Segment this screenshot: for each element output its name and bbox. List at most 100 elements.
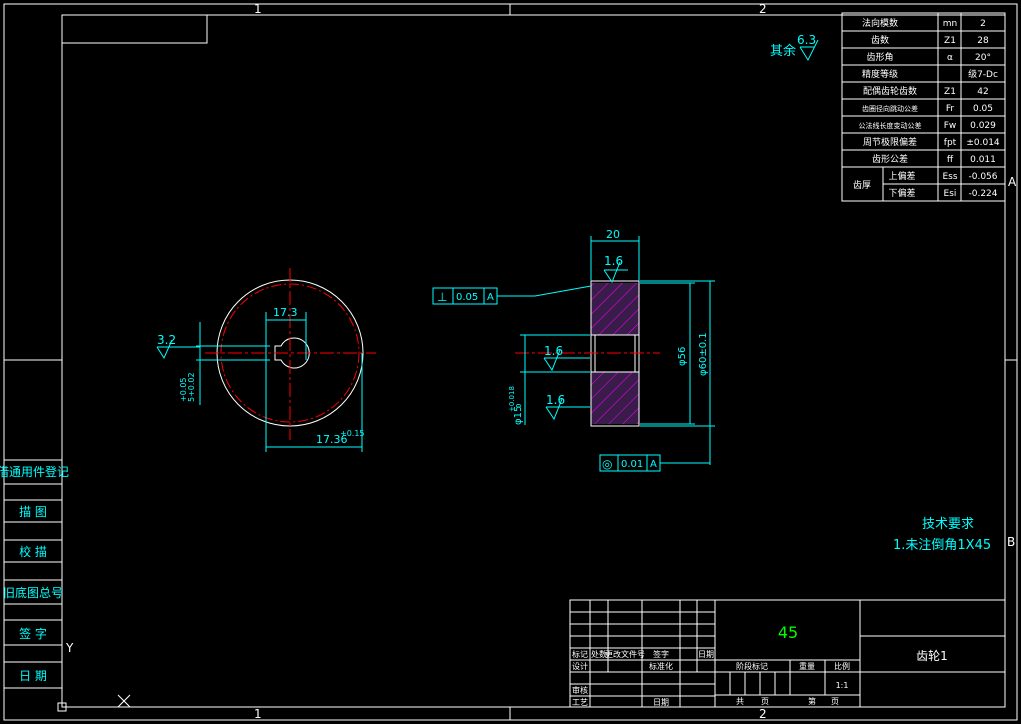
zone-right-a: A (1008, 175, 1017, 189)
tb-sheets-unit: 页 (761, 697, 769, 706)
param-sym-mating-teeth: Z1 (944, 87, 956, 97)
tb-standardize: 标准化 (649, 661, 673, 671)
tb-review: 审核 (572, 685, 588, 695)
gear-parameter-table: 法向模数 mn 2 齿数 Z1 28 齿形角 α 20° 精度等级 级7-Dc … (841, 12, 1006, 202)
param-val-teeth: 28 (977, 36, 989, 46)
part-name: 齿轮1 (916, 649, 948, 663)
roughness-other-label: 其余 (770, 43, 796, 59)
param-sym-lower-dev: Esi (944, 189, 957, 199)
section-lower-hatch (591, 372, 639, 424)
param-name-pressure-angle: 齿形角 (866, 51, 893, 63)
tb-sheet-no: 第 (808, 696, 816, 706)
param-name-accuracy: 精度等级 (862, 68, 898, 80)
tb-sheet-unit: 页 (831, 697, 839, 706)
param-name-teeth: 齿数 (871, 34, 889, 46)
drawing-sheet: 1 2 1 2 A B 借通用件登记 描 图 校 描 旧底图总号 签 字 日 期… (0, 0, 1021, 724)
concentricity-symbol: ◎ (602, 457, 612, 471)
param-name-profile-tol: 齿形公差 (872, 153, 908, 165)
perpendicularity-symbol: ⊥ (437, 290, 447, 304)
perpendicularity-datum: A (487, 292, 494, 303)
param-name-pitch-dev: 周节极限偏差 (863, 136, 917, 148)
param-val-pitch-dev: ±0.014 (966, 138, 1000, 148)
ucs-icon (57, 655, 131, 712)
tb-scale: 1:1 (836, 681, 849, 690)
param-name-base-tangent: 公法线长度变动公差 (859, 121, 922, 130)
param-sym-runout: Fr (946, 104, 955, 114)
side-label-check: 校 描 (19, 544, 47, 559)
param-sym-base-tangent: Fw (944, 121, 957, 131)
param-val-runout: 0.05 (973, 104, 993, 114)
param-sym-teeth: Z1 (944, 36, 956, 46)
key-width-tol-lower: 5+0.02 (187, 372, 196, 402)
tb-date: 日期 (698, 650, 714, 659)
param-name-upper-dev: 上偏差 (888, 170, 915, 182)
zone-right-b: B (1007, 535, 1015, 549)
side-label-sign: 签 字 (19, 626, 47, 641)
hub-dia-dim: φ56 (677, 347, 688, 366)
zone-bottom-2: 2 (759, 707, 767, 721)
tech-req-title: 技术要求 (922, 517, 974, 532)
roughness-other-value: 6.3 (797, 33, 816, 47)
tb-weight: 重量 (799, 661, 815, 671)
roughness-keyway: 3.2 (157, 333, 176, 347)
tb-stage-mark: 阶段标记 (736, 661, 768, 671)
thickness-dim: 20 (606, 228, 620, 241)
tb-design: 设计 (572, 661, 588, 671)
keyway-depth-tol: +0.15 (340, 429, 365, 438)
tb-process: 工艺 (572, 698, 588, 707)
tb-mark: 标记 (572, 649, 588, 659)
concentricity-datum: A (650, 459, 657, 470)
section-view: 20 φ56 φ60±0.1 φ15 +0.018 0 1.6 1.6 1.6 … (432, 228, 715, 472)
side-label-trace: 描 图 (19, 505, 47, 519)
side-label-old-no: 旧底图总号 (3, 585, 63, 600)
param-val-pressure-angle: 20° (975, 53, 991, 63)
roughness-face-bottom: 1.6 (546, 393, 565, 407)
front-view: 17.3 17.36 +0.15 3.2 +0.05 5+0.02 (156, 268, 376, 452)
section-upper-hatch (591, 283, 639, 335)
tb-ratio: 比例 (834, 661, 850, 671)
side-stamp-labels: 借通用件登记 描 图 校 描 旧底图总号 签 字 日 期 (0, 464, 69, 683)
cad-drawing: 1 2 1 2 A B 借通用件登记 描 图 校 描 旧底图总号 签 字 日 期… (0, 2, 1018, 721)
param-sym-profile-tol: ff (947, 155, 954, 165)
tech-req-item-1: 1.未注倒角1X45 (893, 538, 991, 553)
tb-sign: 签字 (653, 649, 669, 659)
outer-dia-dim: φ60±0.1 (698, 332, 709, 376)
concentricity-frame: ◎ 0.01 A (599, 454, 661, 472)
zone-top-2: 2 (759, 2, 767, 16)
param-name-runout: 齿圈径向跳动公差 (862, 104, 918, 113)
param-name-thickness: 齿厚 (853, 180, 871, 191)
param-sym-pressure-angle: α (947, 53, 953, 63)
side-label-date: 日 期 (19, 669, 47, 683)
roughness-face-top: 1.6 (604, 254, 623, 268)
zone-bottom-1: 1 (254, 707, 262, 721)
param-val-upper-dev: -0.056 (968, 172, 997, 182)
zone-top-1: 1 (254, 2, 262, 16)
param-sym-module: mn (943, 19, 957, 29)
perpendicularity-value: 0.05 (456, 292, 478, 303)
param-val-profile-tol: 0.011 (970, 155, 996, 165)
concentricity-value: 0.01 (621, 459, 643, 470)
param-name-lower-dev: 下偏差 (888, 187, 915, 199)
tb-change-doc: 更改文件号 (605, 649, 645, 659)
param-val-accuracy: 级7-Dc (968, 68, 998, 80)
side-label-register: 借通用件登记 (0, 464, 69, 479)
roughness-other: 其余 6.3 (770, 33, 819, 62)
keyway-width-dim: 17.3 (273, 306, 298, 319)
tb-total-sheets: 共 (736, 697, 744, 706)
param-name-module: 法向模数 (862, 17, 898, 29)
material: 45 (778, 623, 798, 642)
param-val-base-tangent: 0.029 (970, 121, 996, 131)
tb-process-date: 日期 (653, 698, 669, 707)
perpendicularity-frame: ⊥ 0.05 A (432, 287, 498, 305)
param-val-mating-teeth: 42 (977, 87, 988, 97)
param-val-module: 2 (980, 19, 986, 29)
param-sym-upper-dev: Ess (942, 172, 957, 182)
bore-tol-lower: 0 (515, 404, 523, 408)
ucs-y-label: Y (65, 641, 74, 655)
roughness-bore: 1.6 (544, 344, 563, 358)
title-block: 45 齿轮1 标记 处数 更改文件号 签字 日期 设计 标准化 审核 工艺 日期… (569, 599, 1006, 708)
param-sym-pitch-dev: fpt (944, 138, 957, 148)
technical-requirements: 技术要求 1.未注倒角1X45 (893, 517, 991, 553)
param-name-mating-teeth: 配偶齿轮齿数 (863, 85, 917, 97)
param-val-lower-dev: -0.224 (968, 189, 997, 199)
